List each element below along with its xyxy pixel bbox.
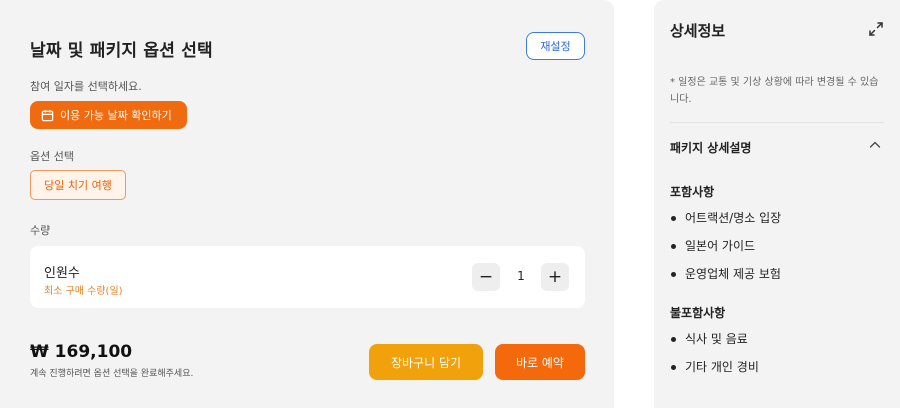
list-item: 식사 및 음료 bbox=[670, 331, 759, 359]
increment-button[interactable]: + bbox=[541, 263, 569, 291]
check-dates-button[interactable]: 이용 가능 날짜 확인하기 bbox=[30, 101, 187, 129]
bullet-icon bbox=[671, 244, 676, 249]
quantity-label: 수량 bbox=[30, 224, 51, 237]
list-item: 기타 개인 경비 bbox=[670, 359, 759, 387]
calendar-icon bbox=[41, 109, 54, 121]
quantity-min-note: 최소 구매 수량(일) bbox=[44, 286, 123, 297]
bullet-icon bbox=[671, 365, 676, 370]
option-chip-day-trip[interactable]: 당일 치기 여행 bbox=[30, 170, 126, 200]
total-price: ₩ 169,100 bbox=[30, 342, 133, 362]
check-dates-label: 이용 가능 날짜 확인하기 bbox=[60, 109, 172, 122]
included-list: 어트랙션/명소 입장 일본어 가이드 운영업체 제공 보험 bbox=[670, 210, 781, 294]
decrement-button[interactable]: − bbox=[472, 263, 500, 291]
quantity-value: 1 bbox=[517, 269, 525, 283]
bullet-icon bbox=[671, 337, 676, 342]
option-label: 옵션 선택 bbox=[30, 150, 74, 163]
bullet-icon bbox=[671, 216, 676, 221]
details-panel: 상세정보 * 일정은 교통 및 기상 상황에 따라 변경될 수 있습니다. 패키… bbox=[654, 0, 900, 408]
expand-icon[interactable] bbox=[868, 21, 884, 37]
divider bbox=[670, 122, 884, 123]
schedule-note: * 일정은 교통 및 기상 상황에 따라 변경될 수 있습니다. bbox=[670, 77, 879, 105]
list-item: 어트랙션/명소 입장 bbox=[670, 210, 781, 238]
quantity-card: 인원수 최소 구매 수량(일) − 1 + bbox=[30, 246, 585, 308]
quantity-title: 인원수 bbox=[44, 266, 80, 281]
package-details-title[interactable]: 패키지 상세설명 bbox=[670, 139, 751, 156]
list-item: 일본어 가이드 bbox=[670, 238, 781, 266]
included-heading: 포함사항 bbox=[670, 185, 715, 199]
price-note: 계속 진행하려면 옵션 선택을 완료해주세요. bbox=[30, 369, 194, 379]
date-hint: 참여 일자를 선택하세요. bbox=[30, 80, 142, 93]
details-title: 상세정보 bbox=[670, 22, 726, 40]
book-now-button[interactable]: 바로 예약 bbox=[495, 344, 585, 380]
booking-title: 날짜 및 패키지 옵션 선택 bbox=[30, 41, 213, 61]
excluded-heading: 불포함사항 bbox=[670, 306, 726, 320]
booking-panel: 날짜 및 패키지 옵션 선택 재설정 참여 일자를 선택하세요. 이용 가능 날… bbox=[0, 0, 614, 408]
chevron-up-icon[interactable] bbox=[868, 138, 882, 152]
list-item: 운영업체 제공 보험 bbox=[670, 266, 781, 294]
excluded-list: 식사 및 음료 기타 개인 경비 bbox=[670, 331, 759, 387]
reset-button[interactable]: 재설정 bbox=[526, 32, 585, 60]
bullet-icon bbox=[671, 272, 676, 277]
add-to-cart-button[interactable]: 장바구니 담기 bbox=[369, 344, 483, 380]
